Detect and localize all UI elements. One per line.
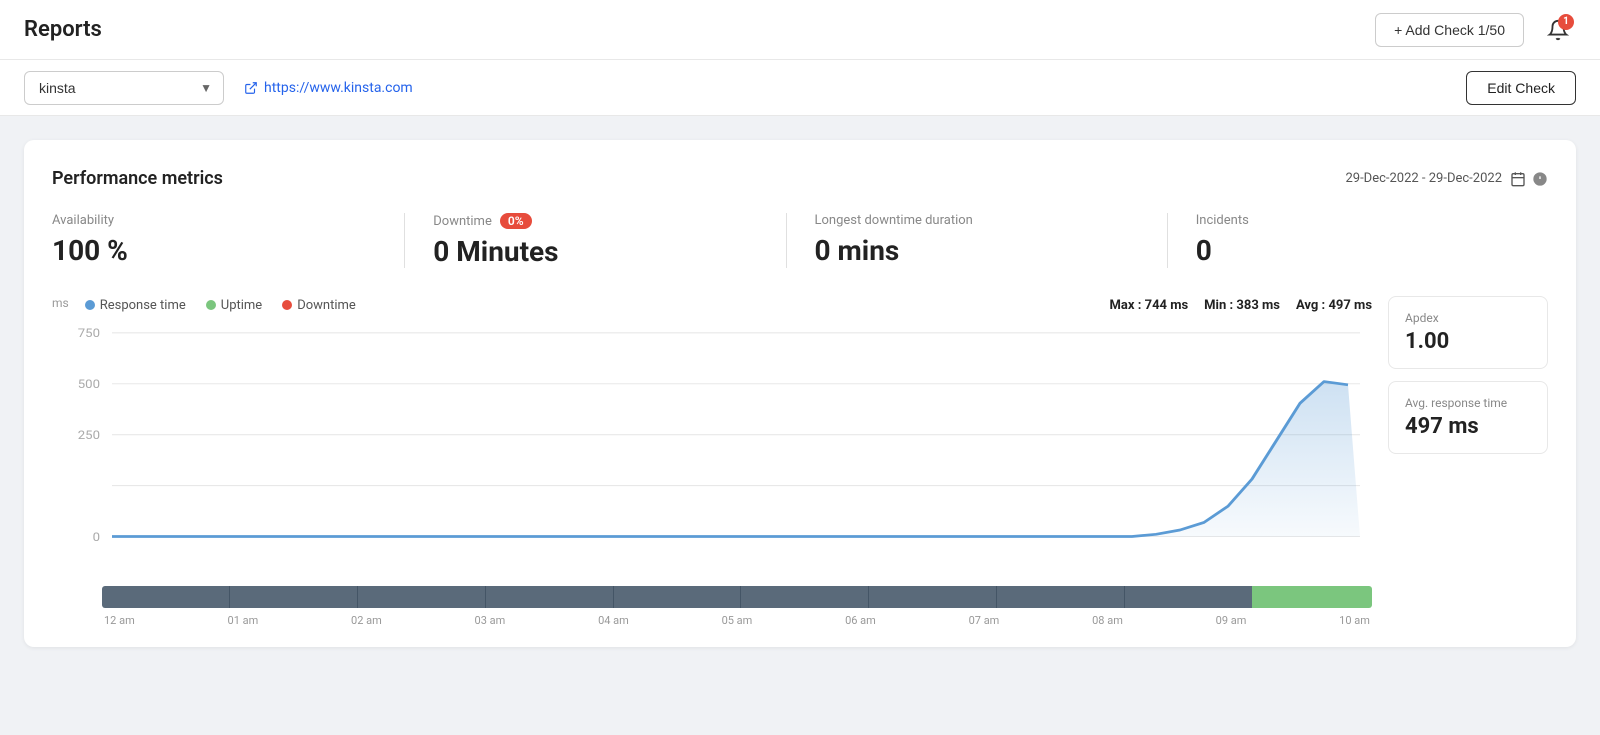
svg-text:0: 0 <box>93 530 100 544</box>
avg-response-label: Avg. response time <box>1405 396 1531 410</box>
availability-value: 100 % <box>52 234 376 267</box>
availability-metric: Availability 100 % <box>52 213 405 268</box>
min-stat: Min : 383 ms <box>1204 298 1280 313</box>
sub-header-left: kinsta ▼ https://www.kinsta.com <box>24 71 413 105</box>
notification-badge: 1 <box>1558 14 1574 30</box>
line-chart: 750 500 250 0 <box>52 322 1372 582</box>
metrics-card: Performance metrics 29-Dec-2022 - 29-Dec… <box>24 140 1576 647</box>
downtime-badge: 0% <box>500 213 532 229</box>
timeline-grey <box>102 586 1252 608</box>
site-selector[interactable]: kinsta <box>24 71 224 105</box>
legend-downtime-label: Downtime <box>297 298 356 313</box>
time-label-3: 03 am <box>475 614 506 627</box>
uptime-dot <box>206 300 216 310</box>
incidents-metric: Incidents 0 <box>1168 213 1548 268</box>
max-stat: Max : 744 ms <box>1110 298 1189 313</box>
time-labels: 12 am 01 am 02 am 03 am 04 am 05 am 06 a… <box>102 614 1372 627</box>
incidents-label: Incidents <box>1196 213 1520 228</box>
chart-area: 750 500 250 0 <box>52 322 1372 582</box>
time-label-5: 05 am <box>722 614 753 627</box>
time-label-9: 09 am <box>1216 614 1247 627</box>
legend-response-time: Response time <box>85 298 186 313</box>
longest-downtime-metric: Longest downtime duration 0 mins <box>787 213 1168 268</box>
time-label-1: 01 am <box>228 614 259 627</box>
time-label-8: 08 am <box>1092 614 1123 627</box>
time-label-0: 12 am <box>104 614 135 627</box>
chart-section: ms Response time Uptime Downtime <box>52 296 1548 627</box>
downtime-value: 0 Minutes <box>433 235 757 268</box>
legend-response-time-label: Response time <box>100 298 186 313</box>
downtime-dot <box>282 300 292 310</box>
notification-button[interactable]: 1 <box>1540 12 1576 48</box>
avg-response-panel: Avg. response time 497 ms <box>1388 381 1548 454</box>
sub-header: kinsta ▼ https://www.kinsta.com Edit Che… <box>0 60 1600 116</box>
time-label-2: 02 am <box>351 614 382 627</box>
info-icon[interactable] <box>1532 171 1548 187</box>
add-check-button[interactable]: + Add Check 1/50 <box>1375 13 1524 47</box>
legend-uptime-label: Uptime <box>221 298 262 313</box>
top-header: Reports + Add Check 1/50 1 <box>0 0 1600 60</box>
chart-right-panels: Apdex 1.00 Avg. response time 497 ms <box>1388 296 1548 627</box>
downtime-metric: Downtime 0% 0 Minutes <box>405 213 786 268</box>
response-time-dot <box>85 300 95 310</box>
time-label-10: 10 am <box>1339 614 1370 627</box>
svg-text:250: 250 <box>78 429 100 443</box>
external-link-icon <box>244 81 258 95</box>
svg-text:500: 500 <box>78 378 100 392</box>
site-url-text: https://www.kinsta.com <box>264 80 413 96</box>
time-label-4: 04 am <box>598 614 629 627</box>
chart-main: ms Response time Uptime Downtime <box>52 296 1372 627</box>
time-label-7: 07 am <box>969 614 1000 627</box>
site-selector-wrapper: kinsta ▼ <box>24 71 224 105</box>
incidents-value: 0 <box>1196 234 1520 267</box>
calendar-icon[interactable] <box>1510 171 1526 187</box>
downtime-label: Downtime 0% <box>433 213 757 229</box>
y-axis-label: ms <box>52 296 69 310</box>
main-content: Performance metrics 29-Dec-2022 - 29-Dec… <box>0 116 1600 671</box>
avg-stat: Avg : 497 ms <box>1296 298 1372 313</box>
date-range-text: 29-Dec-2022 - 29-Dec-2022 <box>1345 171 1502 186</box>
apdex-value: 1.00 <box>1405 329 1531 354</box>
date-range-icons <box>1510 171 1548 187</box>
time-label-6: 06 am <box>845 614 876 627</box>
avg-response-value: 497 ms <box>1405 414 1531 439</box>
metrics-row: Availability 100 % Downtime 0% 0 Minutes… <box>52 213 1548 268</box>
timeline-bar <box>102 586 1372 608</box>
edit-check-button[interactable]: Edit Check <box>1466 71 1576 105</box>
availability-label: Availability <box>52 213 376 228</box>
apdex-panel: Apdex 1.00 <box>1388 296 1548 369</box>
longest-downtime-label: Longest downtime duration <box>815 213 1139 228</box>
legend-downtime: Downtime <box>282 298 356 313</box>
site-url-link[interactable]: https://www.kinsta.com <box>244 80 413 96</box>
longest-downtime-value: 0 mins <box>815 234 1139 267</box>
date-range: 29-Dec-2022 - 29-Dec-2022 <box>1345 171 1548 187</box>
timeline-green <box>1252 586 1372 608</box>
page-title: Reports <box>24 17 102 42</box>
chart-area-fill <box>112 382 1360 537</box>
card-header: Performance metrics 29-Dec-2022 - 29-Dec… <box>52 168 1548 189</box>
chart-legend: Response time Uptime Downtime <box>85 298 356 313</box>
legend-uptime: Uptime <box>206 298 262 313</box>
header-right: + Add Check 1/50 1 <box>1375 12 1576 48</box>
timeline-section: 12 am 01 am 02 am 03 am 04 am 05 am 06 a… <box>52 586 1372 627</box>
apdex-label: Apdex <box>1405 311 1531 325</box>
chart-line <box>112 382 1348 537</box>
chart-stats: Max : 744 ms Min : 383 ms Avg : 497 ms <box>1110 298 1372 313</box>
svg-text:750: 750 <box>78 327 100 341</box>
card-title: Performance metrics <box>52 168 223 189</box>
